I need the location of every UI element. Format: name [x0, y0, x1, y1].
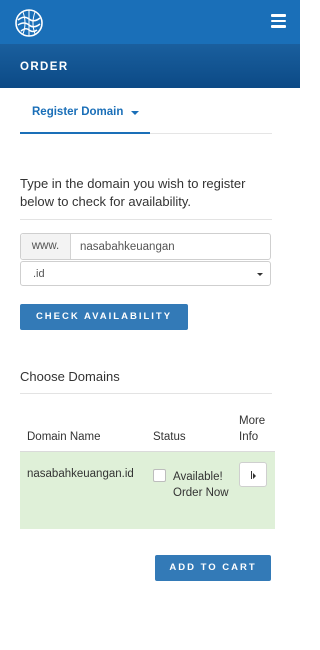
divider — [20, 393, 272, 394]
table-row: nasabahkeuangan.id Available! Order Now — [20, 451, 275, 529]
column-header-domain-name: Domain Name — [27, 431, 101, 443]
expand-info-icon — [251, 471, 252, 479]
caret-down-icon — [257, 273, 263, 276]
section-title: ORDER — [20, 61, 69, 73]
section-header: ORDER — [0, 44, 300, 88]
tld-select[interactable]: .id — [20, 261, 271, 286]
tab-register-label: Register Domain — [32, 106, 124, 118]
check-availability-button[interactable]: CHECK AVAILABILITY — [20, 304, 188, 330]
choose-domains-title: Choose Domains — [20, 369, 120, 384]
domain-tabs: Register Domain — [20, 90, 272, 134]
tld-selected-value: .id — [33, 268, 45, 280]
hamburger-menu-icon[interactable] — [271, 14, 286, 28]
caret-down-icon — [131, 111, 139, 115]
result-domain-name: nasabahkeuangan.id — [27, 468, 134, 480]
select-domain-checkbox[interactable] — [153, 469, 166, 482]
domain-search-input[interactable] — [72, 234, 270, 259]
add-to-cart-button[interactable]: ADD TO CART — [155, 555, 271, 581]
globe-crest-icon[interactable] — [14, 8, 44, 38]
divider — [20, 219, 272, 220]
column-header-more-info: More Info — [239, 415, 266, 443]
result-status: Available! Order Now — [173, 471, 229, 499]
domain-input-group: www. — [20, 233, 271, 260]
top-navbar — [0, 0, 300, 44]
caret-right-icon — [253, 473, 256, 479]
column-header-status: Status — [153, 431, 186, 443]
more-info-button[interactable] — [239, 462, 267, 487]
www-prefix: www. — [21, 234, 71, 259]
search-intro-text: Type in the domain you wish to register … — [20, 176, 246, 209]
tab-register-domain[interactable]: Register Domain — [20, 90, 150, 134]
